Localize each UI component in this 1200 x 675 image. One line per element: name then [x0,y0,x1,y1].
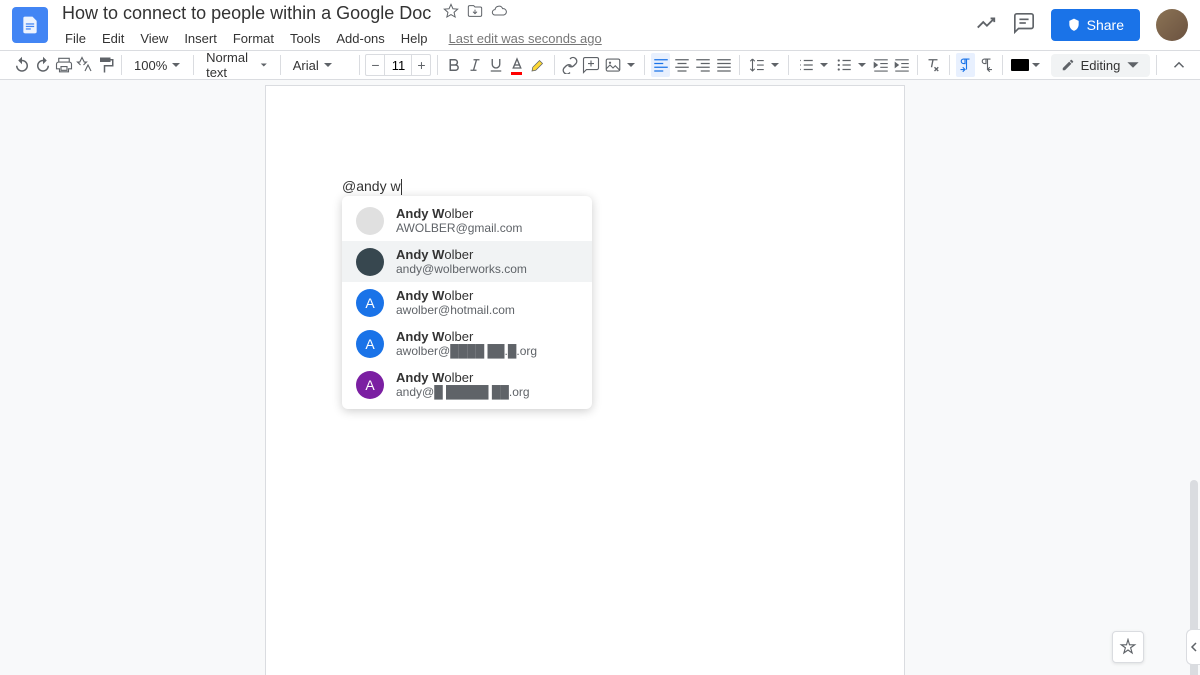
align-center-button[interactable] [672,53,691,77]
rtl-button[interactable] [977,53,996,77]
document-page[interactable]: @andy w Andy WolberAWOLBER@gmail.comAndy… [265,85,905,675]
autocomplete-email: andy@█ █████ ██.org [396,385,530,399]
redo-button[interactable] [33,53,52,77]
cloud-status-icon[interactable] [491,3,507,24]
docs-logo-icon[interactable] [12,7,48,43]
numbered-list-button[interactable] [795,53,831,77]
account-avatar[interactable] [1156,9,1188,41]
autocomplete-item[interactable]: Andy Wolberandy@wolberworks.com [342,241,592,282]
menu-format[interactable]: Format [226,28,281,49]
autocomplete-item[interactable]: Andy WolberAWOLBER@gmail.com [342,200,592,241]
insert-comment-button[interactable] [581,53,600,77]
autocomplete-email: awolber@hotmail.com [396,303,515,317]
autocomplete-email: AWOLBER@gmail.com [396,221,522,235]
autocomplete-email: andy@wolberworks.com [396,262,527,276]
align-right-button[interactable] [693,53,712,77]
autocomplete-name: Andy Wolber [396,288,515,303]
underline-button[interactable] [486,53,505,77]
share-button[interactable]: Share [1051,9,1140,41]
menu-add-ons[interactable]: Add-ons [329,28,391,49]
autocomplete-avatar: A [356,330,384,358]
indent-decrease-button[interactable] [871,53,890,77]
star-icon[interactable] [443,3,459,24]
last-edit-link[interactable]: Last edit was seconds ago [449,31,602,46]
spellcheck-button[interactable] [75,53,94,77]
paragraph-style-select[interactable]: Normal text [200,53,274,77]
indent-increase-button[interactable] [892,53,911,77]
font-size-control: − 11 + [365,54,431,76]
align-left-button[interactable] [651,53,670,77]
menu-tools[interactable]: Tools [283,28,327,49]
undo-button[interactable] [12,53,31,77]
bulleted-list-button[interactable] [833,53,869,77]
autocomplete-name: Andy Wolber [396,329,537,344]
insert-image-button[interactable] [602,53,638,77]
autocomplete-email: awolber@████ ██.█.org [396,344,537,358]
document-title[interactable]: How to connect to people within a Google… [58,1,435,26]
font-size-decrease[interactable]: − [366,57,384,73]
italic-button[interactable] [465,53,484,77]
align-justify-button[interactable] [714,53,733,77]
autocomplete-avatar: A [356,371,384,399]
autocomplete-avatar [356,207,384,235]
autocomplete-name: Andy Wolber [396,247,527,262]
autocomplete-avatar [356,248,384,276]
toolbar: 100% Normal text Arial − 11 + Editing [0,50,1200,80]
editing-mode-label: Editing [1081,58,1121,73]
font-select[interactable]: Arial [287,53,353,77]
autocomplete-item[interactable]: A Andy Wolberawolber@hotmail.com [342,282,592,323]
activity-icon[interactable] [975,12,997,39]
editing-mode-button[interactable]: Editing [1051,54,1151,77]
paint-format-button[interactable] [96,53,115,77]
share-button-label: Share [1087,17,1124,33]
menu-file[interactable]: File [58,28,93,49]
comments-icon[interactable] [1013,12,1035,39]
print-button[interactable] [54,53,73,77]
autocomplete-name: Andy Wolber [396,370,530,385]
ltr-button[interactable] [956,53,975,77]
document-text[interactable]: @andy w [342,178,402,195]
menu-edit[interactable]: Edit [95,28,131,49]
bold-button[interactable] [444,53,463,77]
menu-help[interactable]: Help [394,28,435,49]
autocomplete-item[interactable]: A Andy Wolberandy@█ █████ ██.org [342,364,592,405]
font-size-increase[interactable]: + [412,57,430,73]
insert-link-button[interactable] [560,53,579,77]
menu-insert[interactable]: Insert [177,28,224,49]
menu-view[interactable]: View [133,28,175,49]
people-autocomplete: Andy WolberAWOLBER@gmail.comAndy Wolbera… [342,196,592,409]
autocomplete-item[interactable]: A Andy Wolberawolber@████ ██.█.org [342,323,592,364]
line-spacing-button[interactable] [746,53,782,77]
highlight-button[interactable] [528,53,547,77]
workspace: @andy w Andy WolberAWOLBER@gmail.comAndy… [0,80,1200,675]
autocomplete-name: Andy Wolber [396,206,522,221]
clear-formatting-button[interactable] [924,53,943,77]
text-color-button[interactable] [507,53,526,77]
zoom-select[interactable]: 100% [128,53,187,77]
font-size-value[interactable]: 11 [384,55,412,75]
explore-button[interactable] [1112,631,1144,663]
redaction-color-button[interactable] [1009,53,1043,77]
menubar: File Edit View Insert Format Tools Add-o… [58,28,975,49]
side-panel-expand[interactable] [1186,629,1200,665]
hide-menus-button[interactable] [1169,53,1188,77]
move-icon[interactable] [467,3,483,24]
autocomplete-avatar: A [356,289,384,317]
